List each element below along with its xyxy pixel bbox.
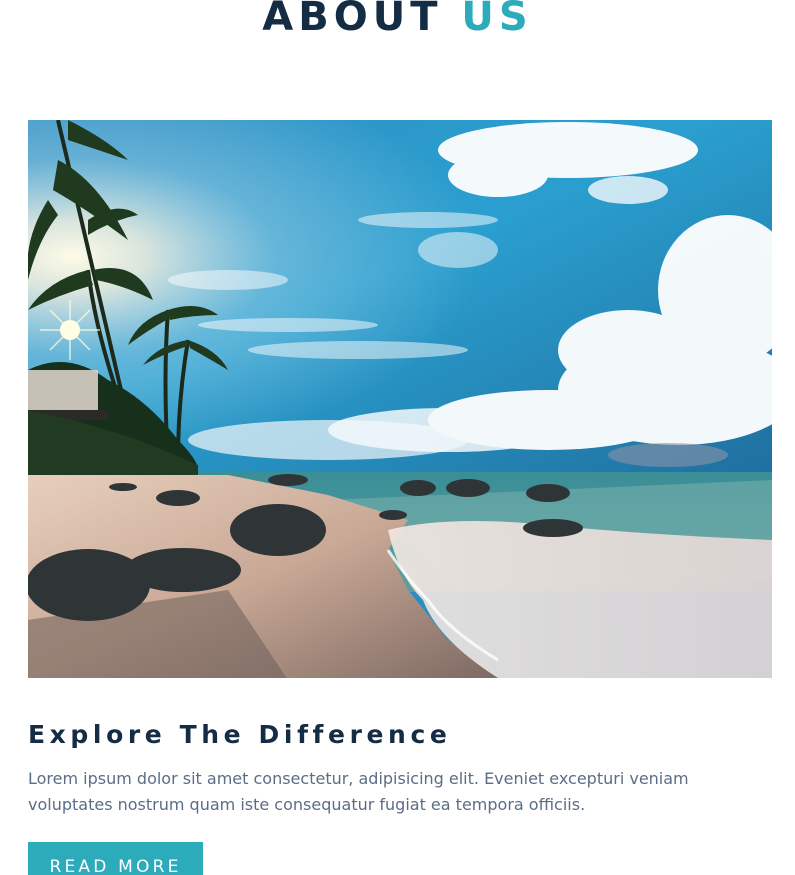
hero-image bbox=[28, 120, 772, 678]
title-accent: US bbox=[461, 0, 533, 40]
section-title: ABOUT US bbox=[0, 0, 795, 40]
section-subtitle: Explore The Difference bbox=[28, 720, 452, 749]
beach-photo bbox=[28, 120, 772, 678]
body-text: Lorem ipsum dolor sit amet consectetur, … bbox=[28, 769, 689, 814]
title-main: ABOUT bbox=[262, 0, 443, 40]
read-more-button[interactable]: READ MORE bbox=[28, 842, 203, 875]
about-section: ABOUT US Explore The Difference Lorem ip… bbox=[0, 0, 795, 875]
